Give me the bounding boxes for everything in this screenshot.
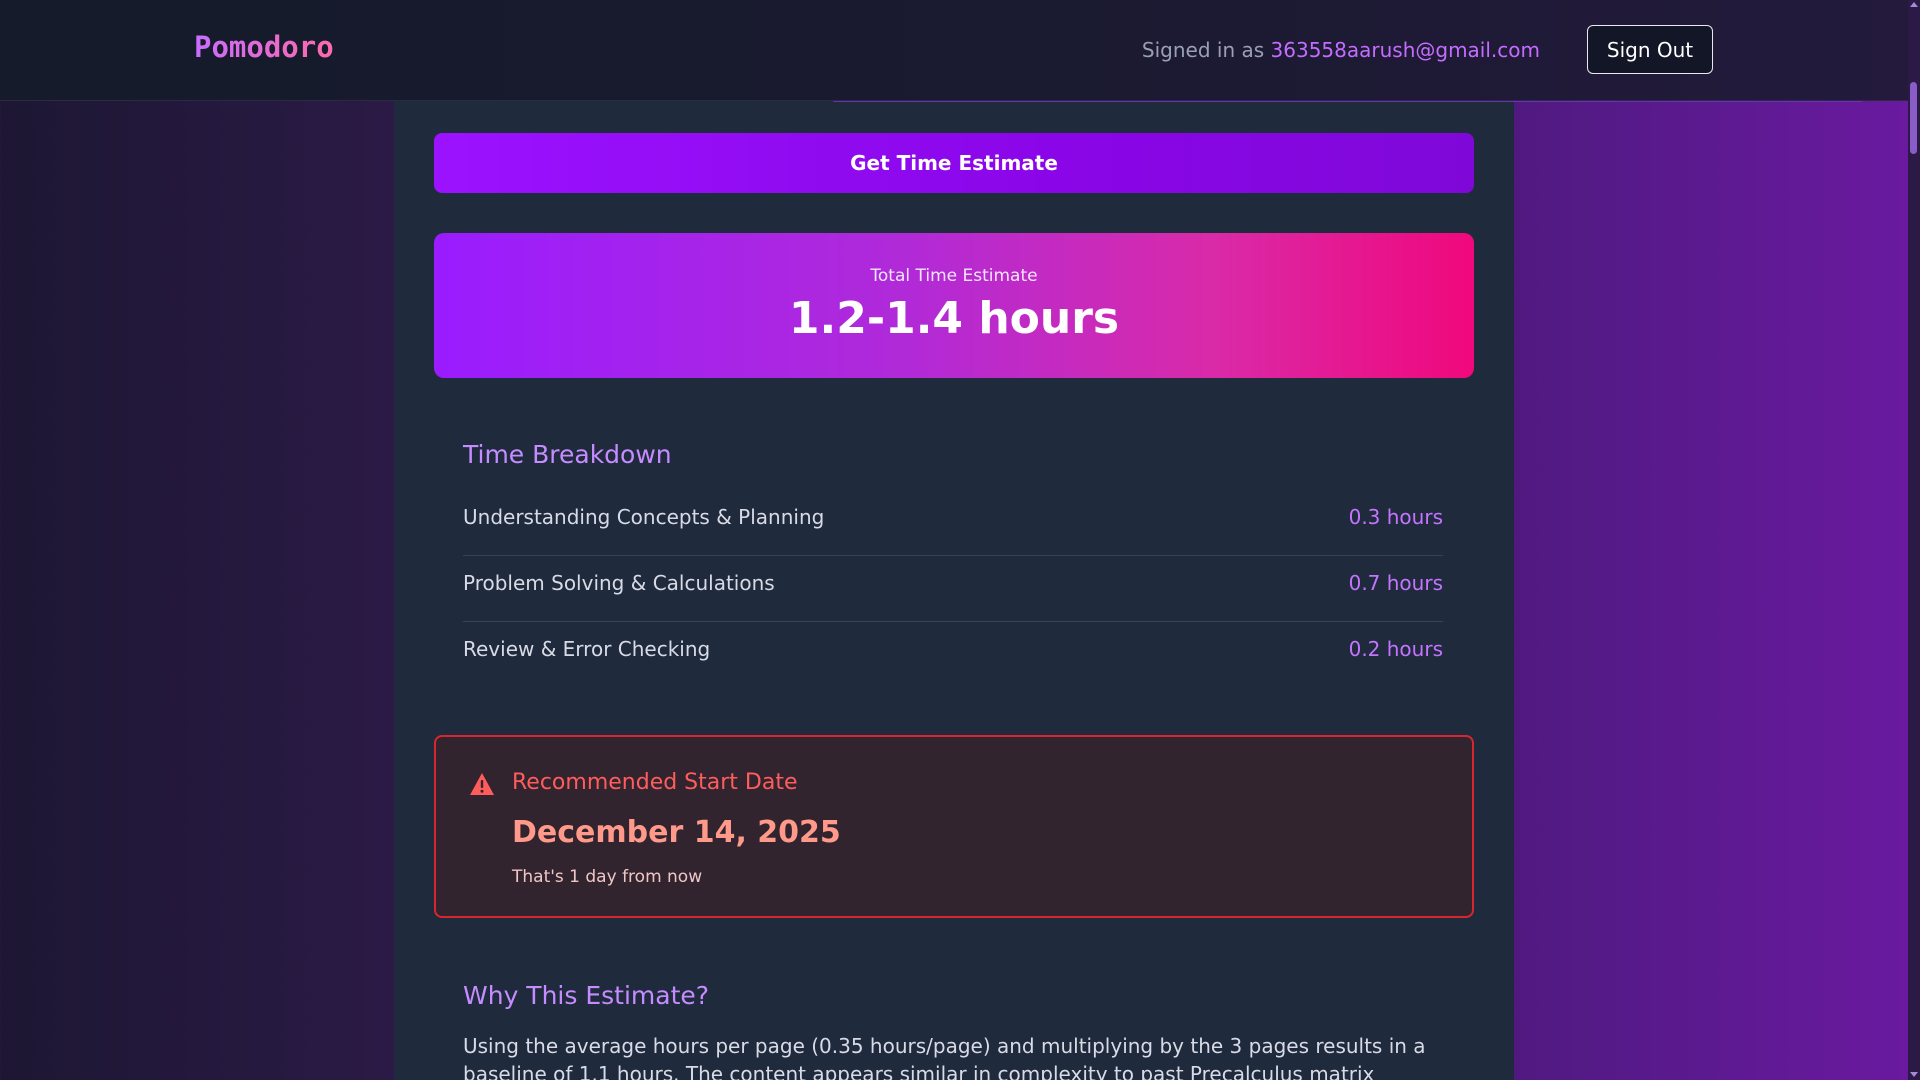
time-breakdown-list: Understanding Concepts & Planning 0.3 ho… (463, 490, 1443, 688)
signed-in-status: Signed in as 363558aarush@gmail.com (1142, 38, 1540, 62)
why-this-estimate-title: Why This Estimate? (463, 981, 710, 1010)
why-this-estimate-text: Using the average hours per page (0.35 h… (463, 1034, 1426, 1080)
breakdown-row-label: Understanding Concepts & Planning (463, 505, 825, 529)
total-estimate-value: 1.2-1.4 hours (788, 293, 1120, 344)
time-breakdown-title: Time Breakdown (463, 440, 672, 469)
total-estimate-label: Total Time Estimate (870, 266, 1038, 286)
scroll-up-arrow-icon[interactable] (1910, 2, 1918, 7)
breakdown-row-value: 0.3 hours (1348, 505, 1443, 529)
scrollbar-thumb[interactable] (1910, 82, 1917, 154)
recommended-start-date-value: December 14, 2025 (512, 815, 841, 850)
breakdown-row: Problem Solving & Calculations 0.7 hours (463, 556, 1443, 622)
top-navigation-bar: Pomodoro Signed in as 363558aarush@gmail… (0, 0, 1908, 101)
warning-icon (470, 773, 494, 795)
breakdown-row: Review & Error Checking 0.2 hours (463, 622, 1443, 688)
recommended-start-date-title: Recommended Start Date (512, 770, 798, 795)
sign-out-button[interactable]: Sign Out (1587, 25, 1713, 74)
signed-in-prefix: Signed in as (1141, 38, 1265, 62)
scroll-down-arrow-icon[interactable] (1910, 1072, 1918, 1077)
breakdown-row-value: 0.2 hours (1348, 637, 1443, 661)
get-time-estimate-button[interactable]: Get Time Estimate (434, 133, 1474, 193)
total-estimate-card: Total Time Estimate 1.2-1.4 hours (434, 233, 1474, 378)
page-scrollbar[interactable] (1908, 0, 1920, 1080)
recommended-start-date-subtext: That's 1 day from now (512, 867, 703, 887)
breakdown-row-label: Review & Error Checking (463, 637, 711, 661)
brand-logo[interactable]: Pomodoro (194, 30, 334, 64)
user-email: 363558aarush@gmail.com (1270, 38, 1540, 62)
breakdown-row: Understanding Concepts & Planning 0.3 ho… (463, 490, 1443, 556)
breakdown-row-value: 0.7 hours (1348, 571, 1443, 595)
recommended-start-date-alert: Recommended Start Date December 14, 2025… (434, 735, 1474, 918)
breakdown-row-label: Problem Solving & Calculations (463, 571, 775, 595)
